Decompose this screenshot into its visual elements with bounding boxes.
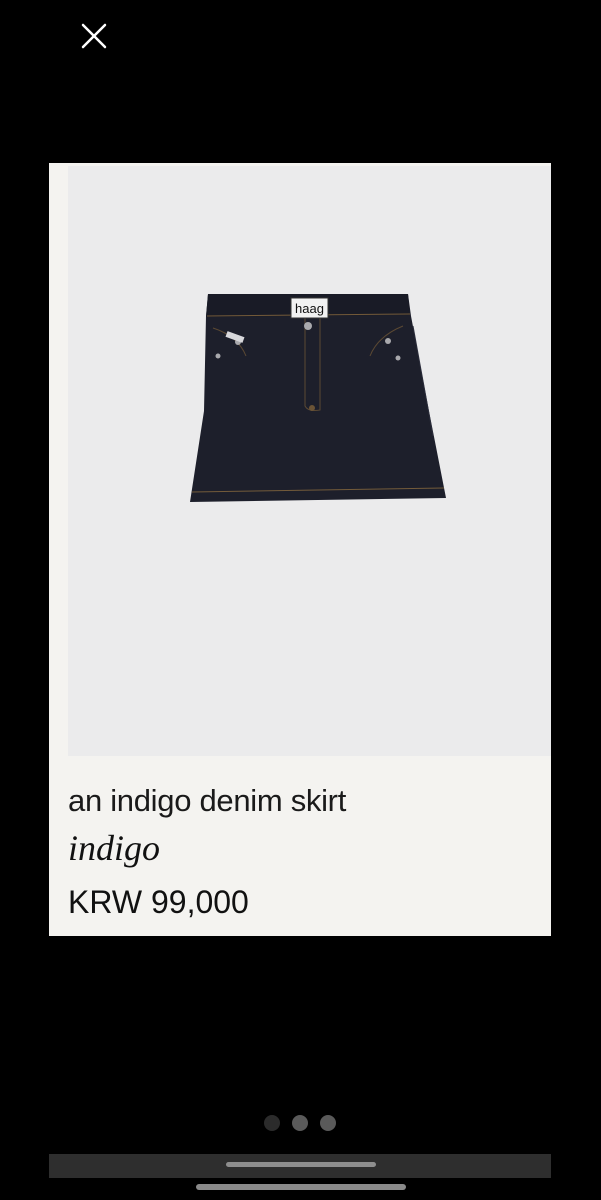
product-title: an indigo denim skirt <box>68 783 347 818</box>
page-indicator <box>264 1115 336 1131</box>
product-color: indigo <box>68 828 161 868</box>
product-image-viewer: haag an indigo denim skirt indigo KRW 99… <box>0 0 601 1200</box>
skirt-image: haag <box>190 294 446 502</box>
next-card-peek[interactable] <box>49 1154 551 1178</box>
product-price: KRW 99,000 <box>68 884 249 920</box>
brand-tag-label: haag <box>295 301 324 316</box>
product-photo: haag <box>68 166 551 756</box>
page-dot-2[interactable] <box>292 1115 308 1131</box>
close-icon <box>81 23 107 49</box>
page-dot-1[interactable] <box>264 1115 280 1131</box>
page-dot-3[interactable] <box>320 1115 336 1131</box>
close-button[interactable] <box>74 16 114 56</box>
product-card[interactable]: haag an indigo denim skirt indigo KRW 99… <box>49 163 551 936</box>
sheet-handle[interactable] <box>226 1162 376 1167</box>
home-indicator[interactable] <box>196 1184 406 1190</box>
